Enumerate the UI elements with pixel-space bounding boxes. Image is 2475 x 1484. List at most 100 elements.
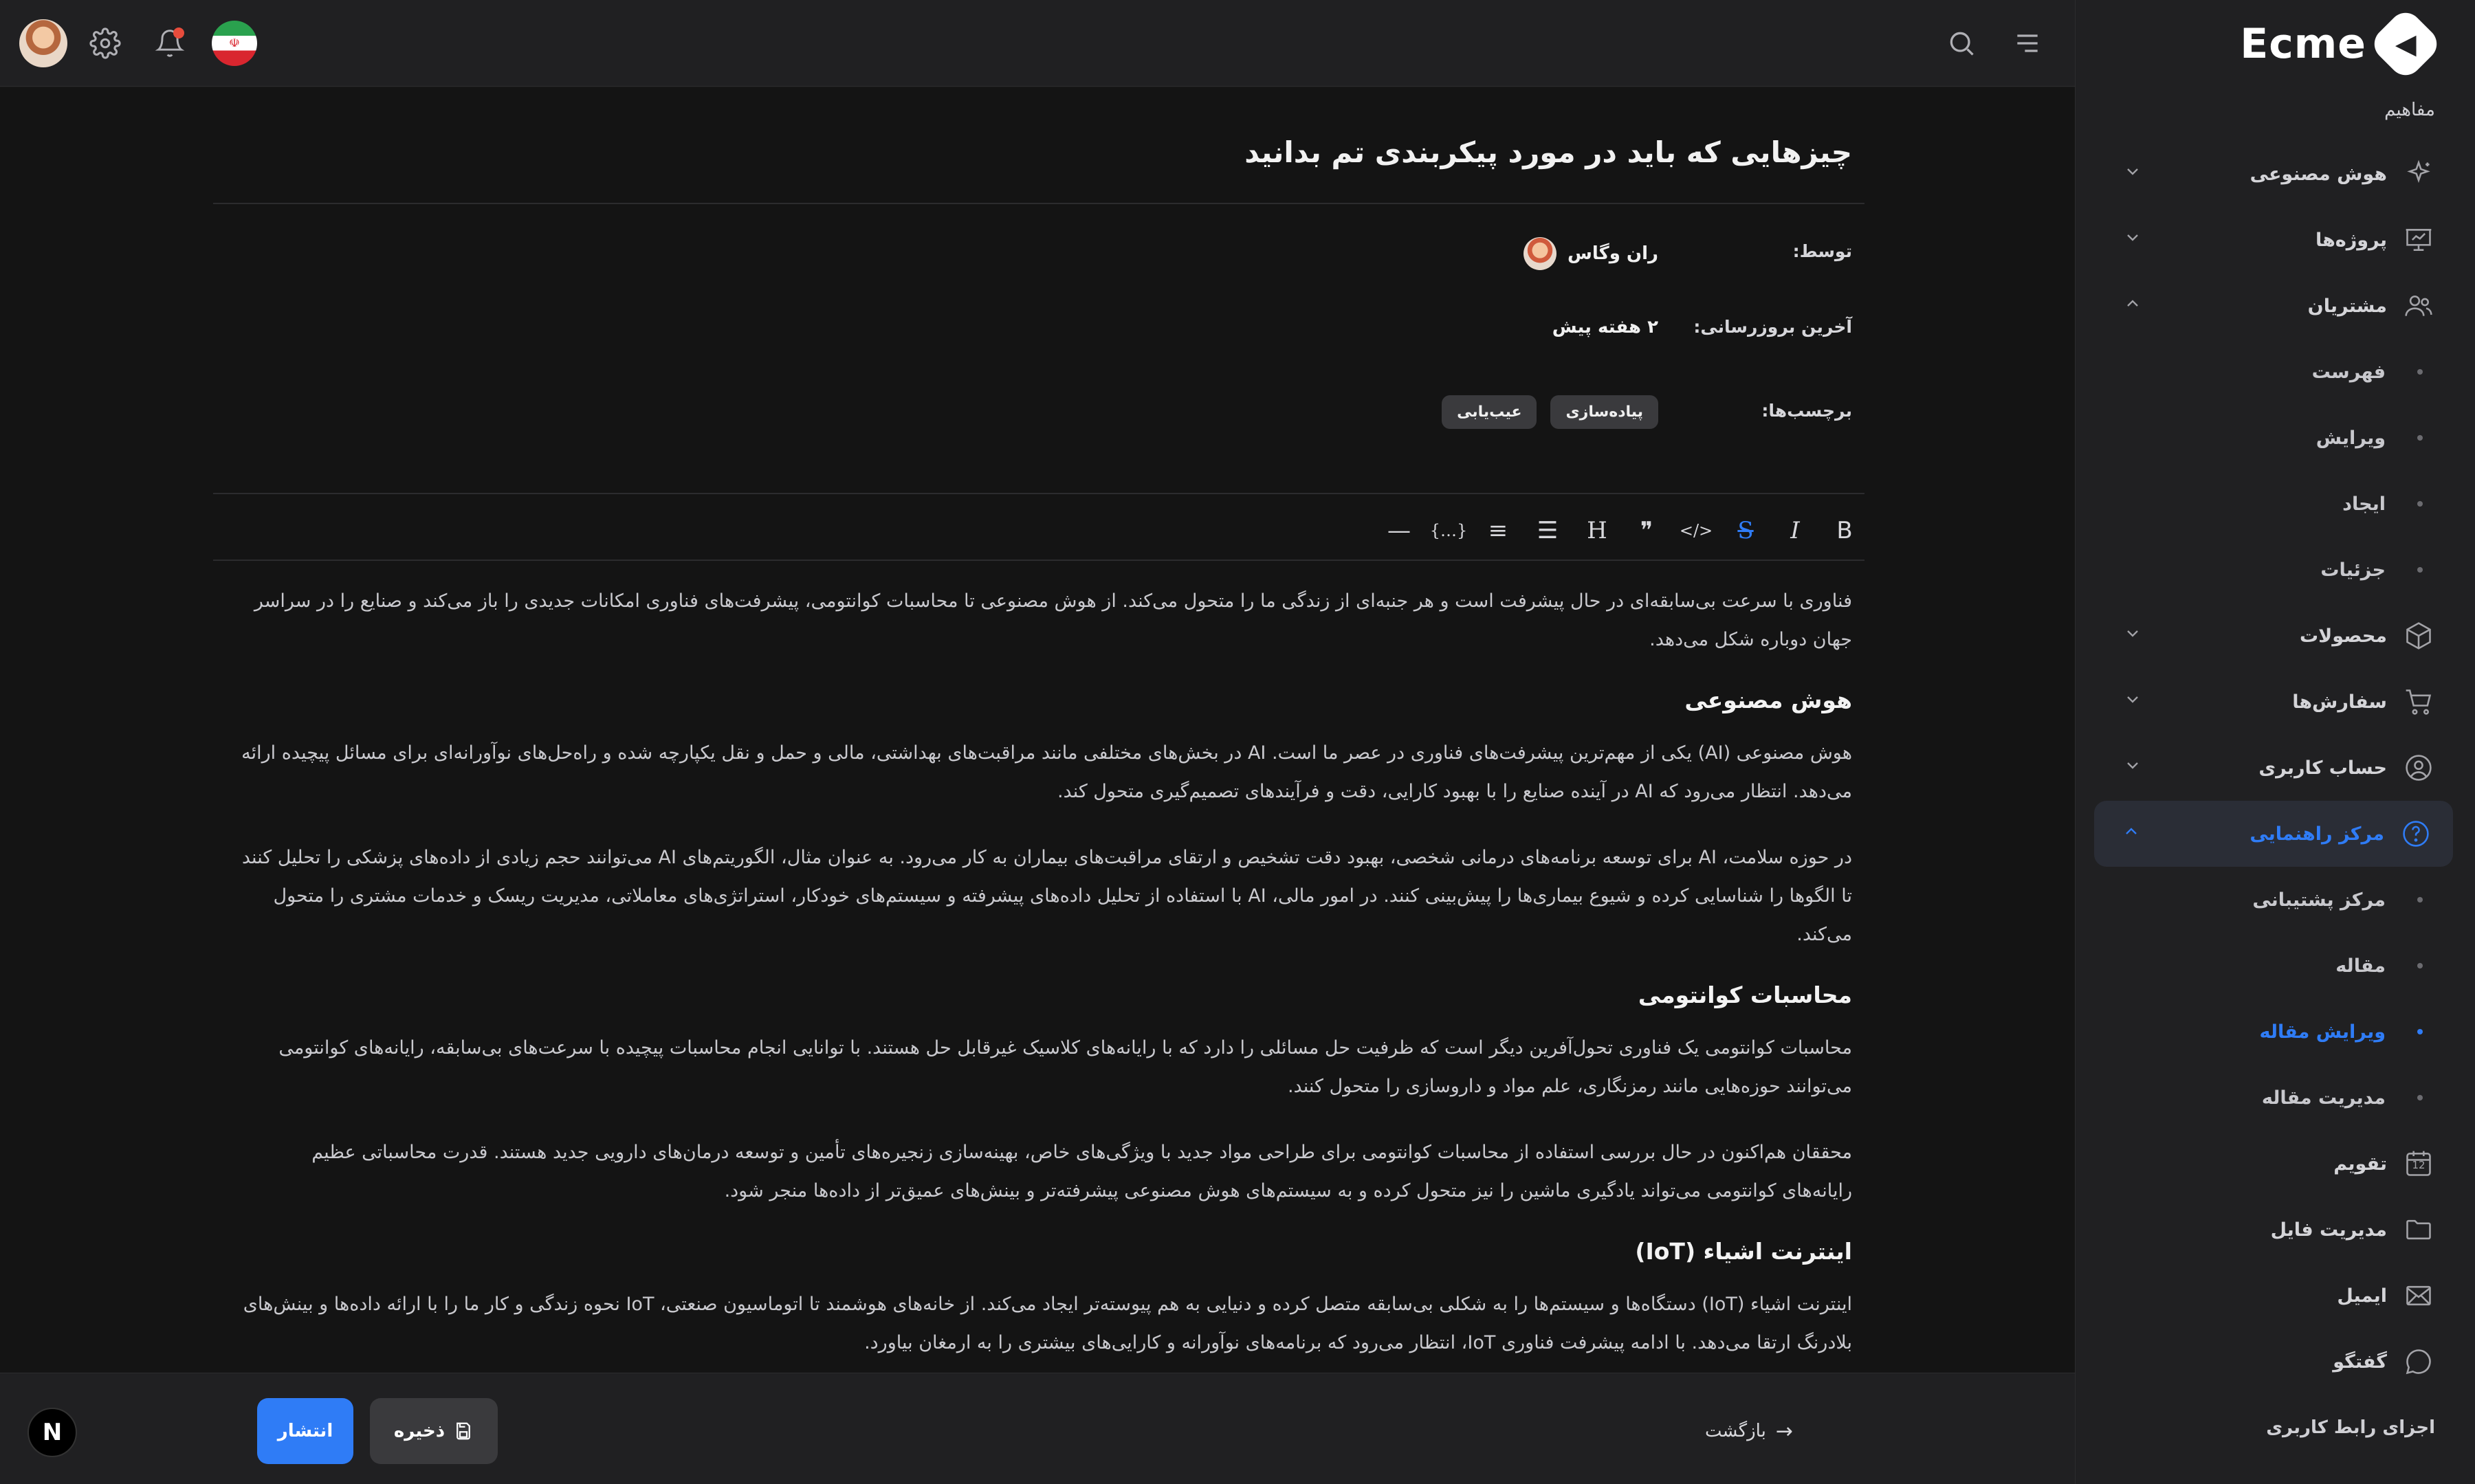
sidebar-item-label: مقاله (2335, 955, 2386, 977)
code-tool-icon[interactable]: </> (1676, 511, 1716, 551)
sidebar-section-title: مفاهیم (2384, 100, 2435, 120)
sidebar-item-2[interactable]: مشتریان (2076, 273, 2475, 339)
chevron-down-icon (2123, 690, 2142, 714)
sidebar-item-label: ویرایش مقاله (2259, 1021, 2386, 1043)
chevron-down-icon (2123, 624, 2142, 648)
save-button-label: ذخیره (393, 1421, 446, 1441)
sidebar-item-15[interactable]: 12 تقویم (2076, 1131, 2475, 1197)
sidebar-item-5[interactable]: ایجاد (2076, 471, 2475, 537)
settings-gear-icon[interactable] (81, 19, 129, 67)
nextjs-badge-icon[interactable]: N (28, 1408, 77, 1457)
sidebar-item-17[interactable]: ایمیل (2076, 1263, 2475, 1329)
author-avatar (1523, 237, 1556, 270)
save-button[interactable]: ذخیره (370, 1398, 498, 1464)
bullet-dot-icon (2417, 1029, 2423, 1034)
sidebar-item-11[interactable]: مرکز پشتیبانی (2076, 867, 2475, 933)
sidebar-item-13[interactable]: ویرایش مقاله (2076, 999, 2475, 1065)
heading-tool-icon[interactable]: H (1577, 511, 1617, 551)
code-block-tool-icon[interactable]: {…} (1429, 511, 1468, 551)
horizontal-rule-tool-icon[interactable]: — (1379, 511, 1419, 551)
sidebar-item-label: هوش مصنوعی (2250, 163, 2387, 185)
bullet-dot-icon (2417, 897, 2423, 902)
sidebar-item-label: مدیریت مقاله (2261, 1087, 2386, 1109)
editor-footer: انتشار ذخیره بازگشت → (0, 1373, 2075, 1484)
main-content: چیزهایی که باید در مورد پیکربندی تم بدان… (0, 87, 2075, 1373)
sidebar-item-label: سفارش‌ها (2292, 691, 2387, 713)
notification-dot (173, 27, 184, 38)
sidebar-item-18[interactable]: گفتگو (2076, 1329, 2475, 1395)
chevron-up-icon (2123, 294, 2142, 318)
bold-tool-icon[interactable]: B (1825, 511, 1864, 551)
calendar-icon: 12 (2402, 1147, 2435, 1180)
section-heading: اینترنت اشیاء (IoT) (1635, 1238, 1852, 1265)
tag-chip[interactable]: پیاده‌سازی (1550, 395, 1658, 429)
language-flag-icon[interactable]: ☫ (212, 21, 257, 66)
paragraph: محاسبات کوانتومی یک فناوری تحول‌آفرین دی… (278, 1037, 1852, 1097)
sidebar-bottom-section-title: اجزای رابط کاربری (2266, 1417, 2435, 1438)
sidebar-item-label: محصولات (2300, 625, 2387, 647)
bullet-dot-icon (2417, 567, 2423, 573)
bullet-dot-icon (2417, 435, 2423, 441)
sparkle-icon (2402, 157, 2435, 190)
sidebar-item-10[interactable]: مرکز راهنمایی (2094, 801, 2453, 867)
sidebar-item-14[interactable]: مدیریت مقاله (2076, 1065, 2475, 1131)
search-icon[interactable] (1937, 19, 1986, 67)
sidebar-item-label: گفتگو (2333, 1351, 2387, 1373)
top-header: ☫ (0, 0, 2075, 87)
user-avatar[interactable] (19, 19, 67, 67)
sidebar-item-8[interactable]: سفارش‌ها (2076, 669, 2475, 735)
bullet-dot-icon (2417, 369, 2423, 375)
sidebar-item-1[interactable]: پروژه‌ها (2076, 207, 2475, 273)
tag-chip[interactable]: عیب‌یابی (1442, 395, 1537, 429)
sidebar-item-7[interactable]: محصولات (2076, 603, 2475, 669)
sidebar-item-0[interactable]: هوش مصنوعی (2076, 141, 2475, 207)
editor-body[interactable]: فناوری با سرعت بی‌سابقه‌ای در حال پیشرفت… (241, 582, 1852, 1373)
sidebar-item-4[interactable]: ویرایش (2076, 405, 2475, 471)
arrow-right-icon: → (1775, 1419, 1793, 1443)
user-circle-icon (2402, 751, 2435, 784)
bullet-dot-icon (2417, 501, 2423, 507)
editor-toolbar: B I S </> ❞ H ☰ ≡ {…} — (1379, 503, 1864, 558)
chevron-up-icon (2122, 822, 2141, 846)
chat-icon (2402, 1345, 2435, 1378)
presentation-icon (2402, 223, 2435, 256)
app-logo[interactable]: ◀ Ecme (2240, 5, 2444, 82)
app-name: Ecme (2240, 20, 2366, 68)
cart-icon (2402, 685, 2435, 718)
sidebar-item-label: مرکز پشتیبانی (2252, 889, 2386, 911)
publish-button[interactable]: انتشار (257, 1398, 353, 1464)
author-name: ران وگاس (1567, 243, 1658, 264)
strikethrough-tool-icon[interactable]: S (1726, 511, 1766, 551)
paragraph: فناوری با سرعت بی‌سابقه‌ای در حال پیشرفت… (254, 590, 1852, 650)
notification-bell-icon[interactable] (146, 19, 194, 67)
help-icon (2399, 817, 2432, 850)
bullet-dot-icon (2417, 1095, 2423, 1100)
ordered-list-tool-icon[interactable]: ≡ (1478, 511, 1518, 551)
calendar-day: 12 (2412, 1159, 2426, 1171)
sidebar: ◀ Ecme مفاهیم هوش مصنوعی پروژه‌ها مشتریان ف… (2075, 0, 2475, 1484)
bullet-list-tool-icon[interactable]: ☰ (1528, 511, 1568, 551)
author[interactable]: ران وگاس (1523, 237, 1658, 270)
menu-toggle-icon[interactable] (2003, 19, 2052, 67)
box-icon (2402, 619, 2435, 652)
quote-tool-icon[interactable]: ❞ (1627, 511, 1666, 551)
divider (213, 203, 1864, 204)
sidebar-item-3[interactable]: فهرست (2076, 339, 2475, 405)
sidebar-item-label: ویرایش (2316, 427, 2386, 449)
back-button[interactable]: بازگشت → (1705, 1398, 1793, 1464)
italic-tool-icon[interactable]: I (1775, 511, 1815, 551)
divider (213, 560, 1864, 561)
mail-icon (2402, 1279, 2435, 1312)
paragraph: اینترنت اشیاء (IoT) دستگاه‌ها و سیستم‌ها… (243, 1294, 1852, 1353)
author-label: توسط: (1792, 241, 1852, 261)
sidebar-item-9[interactable]: حساب کاربری (2076, 735, 2475, 801)
sidebar-item-12[interactable]: مقاله (2076, 933, 2475, 999)
chevron-down-icon (2123, 162, 2142, 186)
sidebar-item-6[interactable]: جزئیات (2076, 537, 2475, 603)
paragraph: در حوزه سلامت، AI برای توسعه برنامه‌های … (241, 847, 1852, 945)
tag-list: پیاده‌سازی عیب‌یابی (1442, 395, 1658, 429)
divider (213, 493, 1864, 494)
logo-mark-icon: ◀ (2367, 5, 2444, 82)
article-title: چیزهایی که باید در مورد پیکربندی تم بدان… (1244, 135, 1852, 169)
sidebar-item-16[interactable]: مدیریت فایل (2076, 1197, 2475, 1263)
